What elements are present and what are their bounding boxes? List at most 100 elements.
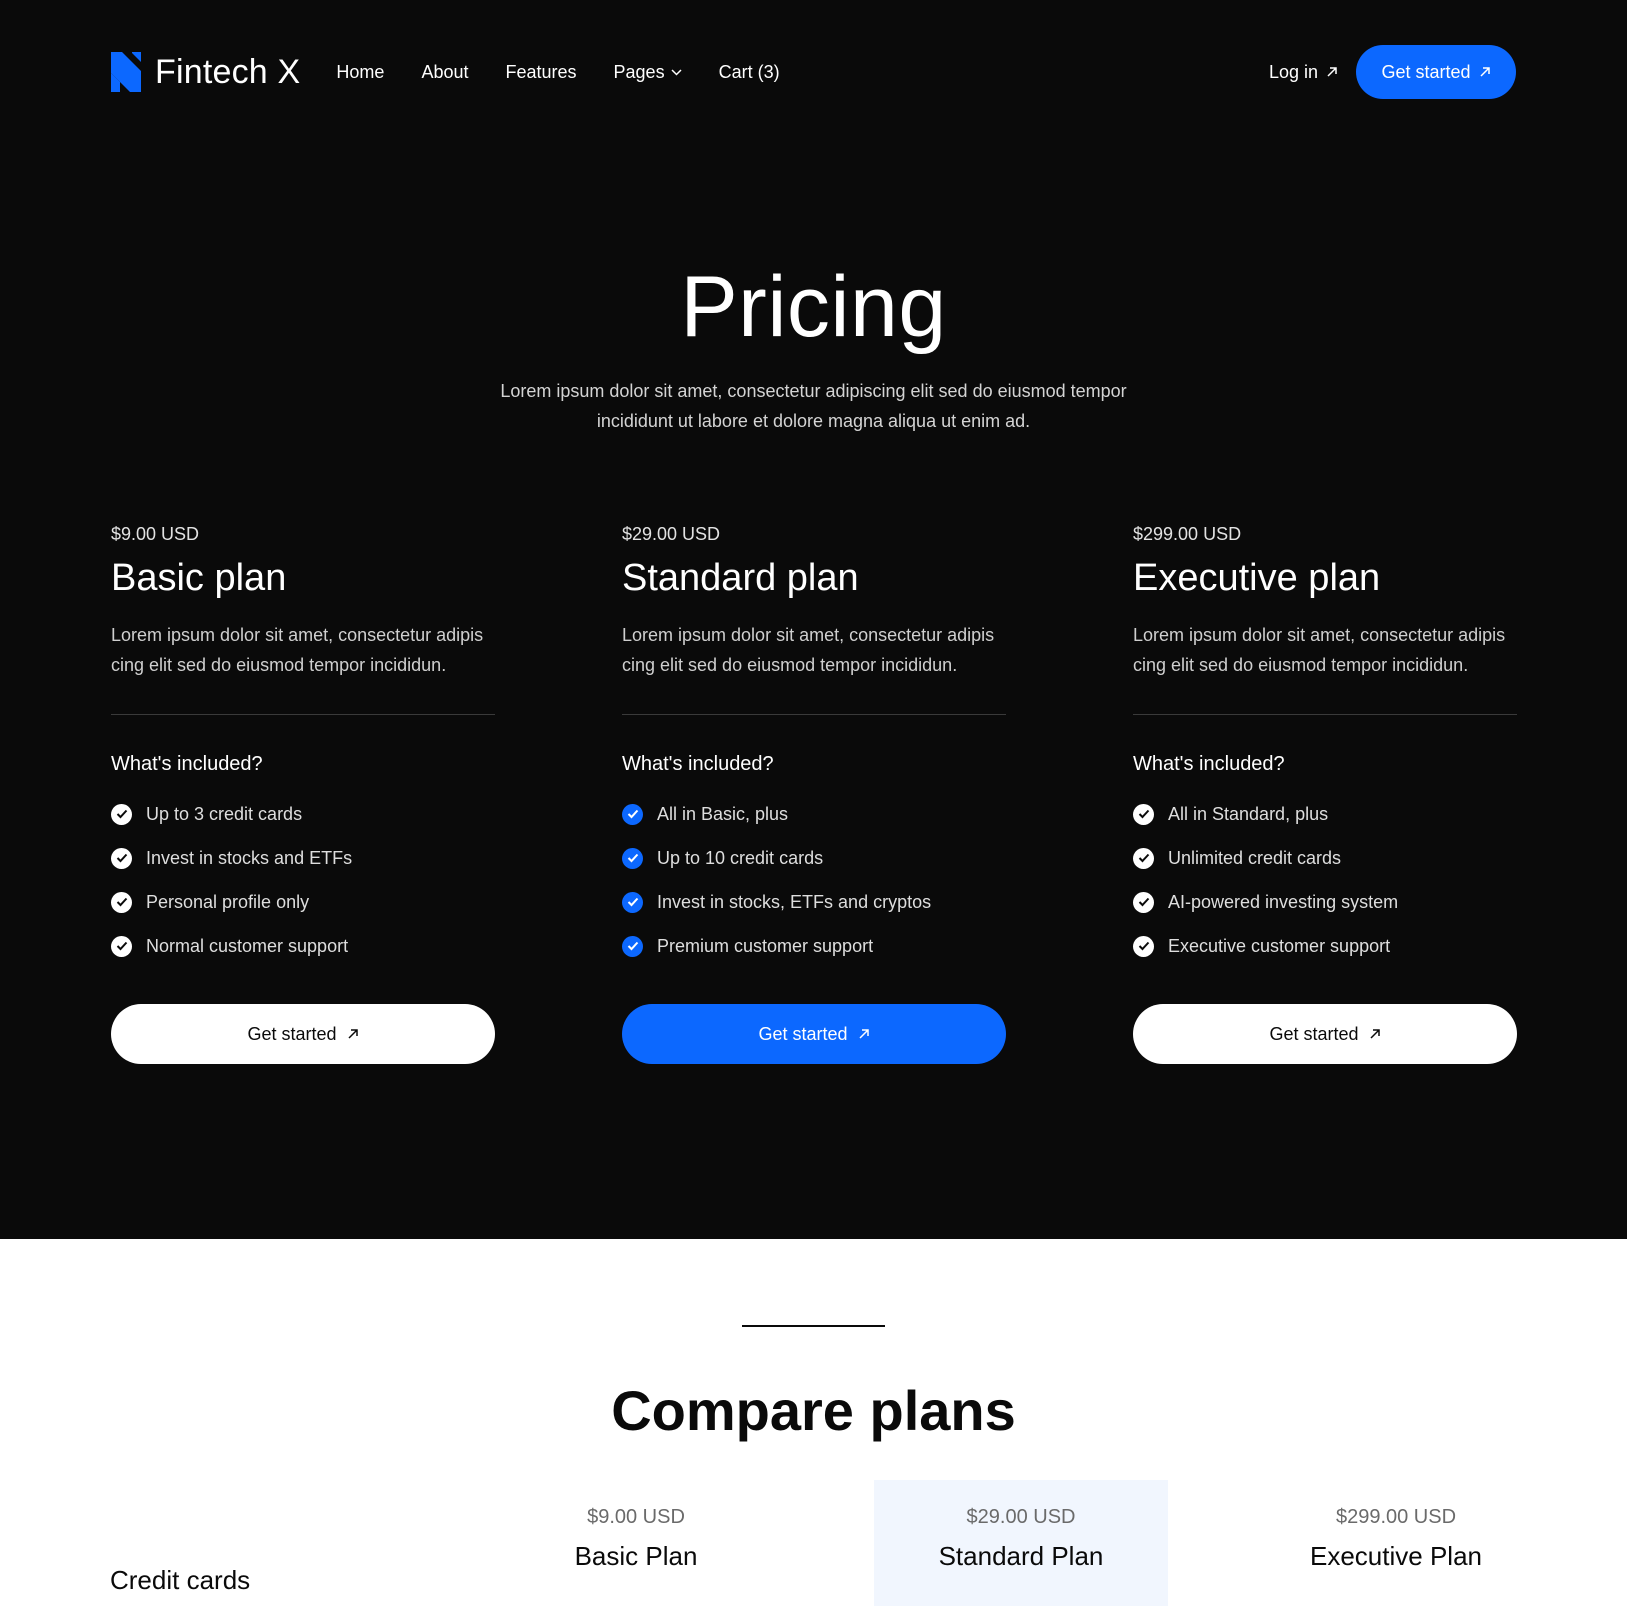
plan-name: Basic plan xyxy=(111,557,287,599)
check-icon xyxy=(111,803,132,825)
list-item: Executive customer support xyxy=(1133,924,1517,968)
compare-column-standard: $29.00 USD Standard Plan xyxy=(874,1480,1168,1606)
list-item: Up to 3 credit cards xyxy=(111,792,495,836)
plan-card-standard: $29.00 USD Standard plan Lorem ipsum dol… xyxy=(622,524,1006,1064)
top-nav: Fintech X Home About Features Pages Cart… xyxy=(111,45,1516,99)
login-link[interactable]: Log in xyxy=(1269,62,1338,83)
nav-cart[interactable]: Cart (3) xyxy=(719,62,780,83)
list-item: Premium customer support xyxy=(622,924,1006,968)
compare-price: $29.00 USD xyxy=(966,1506,1076,1528)
list-item: Up to 10 credit cards xyxy=(622,836,1006,880)
brand-name: Fintech X xyxy=(155,52,301,91)
compare-price: $9.00 USD xyxy=(587,1506,685,1528)
feature-text: Executive customer support xyxy=(1168,935,1391,956)
compare-plan-name: Executive Plan xyxy=(1310,1541,1482,1571)
check-icon xyxy=(111,935,132,957)
check-icon xyxy=(1133,847,1154,869)
feature-text: Invest in stocks, ETFs and cryptos xyxy=(657,891,932,912)
compare-column-executive: $299.00 USD Executive Plan xyxy=(1250,1480,1542,1572)
check-icon xyxy=(622,847,643,869)
nav-get-started-label: Get started xyxy=(1381,61,1471,82)
list-item: All in Standard, plus xyxy=(1133,792,1517,836)
check-icon xyxy=(111,847,132,869)
feature-text: All in Standard, plus xyxy=(1168,803,1329,824)
nav-pages-label: Pages xyxy=(613,61,665,82)
nav-actions: Log in Get started xyxy=(1269,45,1516,99)
feature-text: Premium customer support xyxy=(657,935,874,956)
list-item: Unlimited credit cards xyxy=(1133,836,1517,880)
plan-description: Lorem ipsum dolor sit amet, consectetur … xyxy=(622,625,995,675)
check-icon xyxy=(1133,935,1154,957)
check-icon xyxy=(1133,891,1154,913)
chevron-down-icon xyxy=(671,68,682,76)
check-icon xyxy=(111,891,132,913)
check-icon xyxy=(622,891,643,913)
compare-row-label: Credit cards xyxy=(110,1565,251,1595)
standard-get-started-button[interactable]: Get started xyxy=(622,1004,1006,1064)
feature-text: Unlimited credit cards xyxy=(1168,847,1342,868)
compare-column-basic: $9.00 USD Basic Plan xyxy=(490,1480,782,1572)
arrow-up-right-icon xyxy=(1479,67,1490,77)
feature-text: Up to 3 credit cards xyxy=(146,803,303,824)
list-item: Personal profile only xyxy=(111,880,495,924)
compare-title: Compare plans xyxy=(611,1379,1016,1442)
nav-get-started-button[interactable]: Get started xyxy=(1356,45,1516,99)
compare-price: $299.00 USD xyxy=(1335,1506,1457,1528)
button-label: Get started xyxy=(247,1023,337,1044)
login-label: Log in xyxy=(1268,61,1318,82)
included-heading: What's included? xyxy=(1133,753,1285,775)
compare-plan-name: Basic Plan xyxy=(574,1541,698,1571)
arrow-up-right-icon xyxy=(347,1029,358,1039)
feature-list: All in Basic, plus Up to 10 credit cards… xyxy=(622,792,1006,968)
plan-description: Lorem ipsum dolor sit amet, consectetur … xyxy=(1133,625,1506,675)
arrow-up-right-icon xyxy=(1369,1029,1380,1039)
executive-get-started-button[interactable]: Get started xyxy=(1133,1004,1517,1064)
list-item: Invest in stocks and ETFs xyxy=(111,836,495,880)
included-heading: What's included? xyxy=(622,753,774,775)
list-item: All in Basic, plus xyxy=(622,792,1006,836)
check-icon xyxy=(622,803,643,825)
divider xyxy=(1133,714,1517,715)
page-subtitle: Lorem ipsum dolor sit amet, consectetur … xyxy=(500,381,1127,431)
feature-text: Up to 10 credit cards xyxy=(657,847,824,868)
button-label: Get started xyxy=(758,1023,848,1044)
nav-home[interactable]: Home xyxy=(336,62,384,83)
feature-list: Up to 3 credit cards Invest in stocks an… xyxy=(111,792,495,968)
feature-text: Personal profile only xyxy=(146,891,310,912)
brand-logo[interactable]: Fintech X xyxy=(111,52,300,92)
list-item: Invest in stocks, ETFs and cryptos xyxy=(622,880,1006,924)
plan-card-executive: $299.00 USD Executive plan Lorem ipsum d… xyxy=(1133,524,1517,1064)
plan-price: $9.00 USD xyxy=(111,524,200,544)
divider xyxy=(622,714,1006,715)
plan-price: $299.00 USD xyxy=(1133,524,1242,544)
plan-description: Lorem ipsum dolor sit amet, consectetur … xyxy=(111,625,484,675)
list-item: AI-powered investing system xyxy=(1133,880,1517,924)
plan-price: $29.00 USD xyxy=(622,524,721,544)
button-label: Get started xyxy=(1269,1023,1359,1044)
nav-pages[interactable]: Pages xyxy=(614,62,682,83)
feature-text: AI-powered investing system xyxy=(1168,891,1399,912)
nav-features[interactable]: Features xyxy=(505,62,576,83)
divider xyxy=(111,714,495,715)
check-icon xyxy=(1133,803,1154,825)
nav-links: Home About Features Pages Cart (3) xyxy=(336,62,779,83)
feature-text: All in Basic, plus xyxy=(657,803,789,824)
nav-about[interactable]: About xyxy=(421,62,468,83)
feature-text: Invest in stocks and ETFs xyxy=(146,847,353,868)
list-item: Normal customer support xyxy=(111,924,495,968)
arrow-up-right-icon xyxy=(858,1029,869,1039)
check-icon xyxy=(622,935,643,957)
feature-list: All in Standard, plus Unlimited credit c… xyxy=(1133,792,1517,968)
plan-card-basic: $9.00 USD Basic plan Lorem ipsum dolor s… xyxy=(111,524,495,1064)
plan-name: Executive plan xyxy=(1133,557,1381,599)
section-divider xyxy=(742,1325,885,1327)
feature-text: Normal customer support xyxy=(146,935,349,956)
plan-name: Standard plan xyxy=(622,557,859,599)
logo-mark-icon xyxy=(111,52,141,92)
basic-get-started-button[interactable]: Get started xyxy=(111,1004,495,1064)
compare-plan-name: Standard Plan xyxy=(938,1541,1104,1571)
page-title: Pricing xyxy=(680,259,947,355)
arrow-up-right-icon xyxy=(1327,67,1337,77)
dark-section: Fintech X Home About Features Pages Cart… xyxy=(0,0,1627,1239)
included-heading: What's included? xyxy=(111,753,263,775)
